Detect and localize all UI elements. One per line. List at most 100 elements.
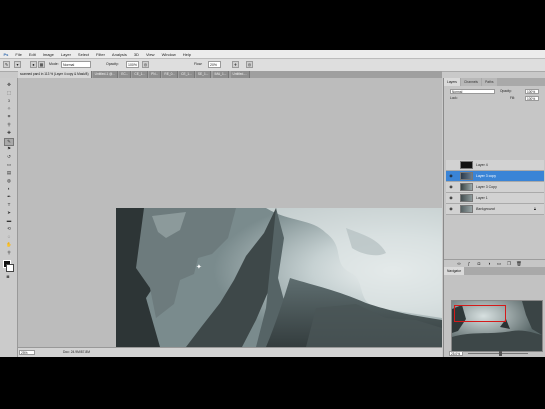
3d-orbit-tool-icon[interactable]: ◌: [5, 234, 13, 240]
layer-name: Layer 1: [476, 196, 488, 200]
airbrush-icon[interactable]: ✈: [232, 61, 239, 68]
navigator-zoom-field[interactable]: 25.0%: [449, 351, 463, 356]
path-selection-tool-icon[interactable]: ➤: [5, 210, 13, 216]
eyedropper-tool-icon[interactable]: ⚲: [5, 122, 13, 128]
brush-dropdown-icon[interactable]: ▾: [14, 61, 21, 68]
visibility-toggle-icon[interactable]: [448, 162, 454, 168]
clone-stamp-tool-icon[interactable]: ⚑: [5, 146, 13, 152]
layer-thumbnail: [460, 183, 473, 191]
brush-preset-icon[interactable]: ✎: [3, 61, 10, 68]
doc-tab[interactable]: Untitled-...: [230, 71, 251, 78]
menu-view[interactable]: View: [142, 52, 158, 57]
document-size-info[interactable]: Doc: 24.9M/87.8M: [63, 350, 90, 355]
doc-tab[interactable]: Untitled-1 @...: [92, 71, 119, 78]
flow-field[interactable]: 20%: [208, 61, 221, 68]
pressure-opacity-icon[interactable]: ◎: [142, 61, 149, 68]
document-workspace[interactable]: ✦: [18, 78, 442, 347]
painting-canvas[interactable]: [116, 208, 442, 347]
tab-paths[interactable]: Paths: [482, 78, 497, 86]
menu-window[interactable]: Window: [158, 52, 179, 57]
layer-name: Background: [476, 207, 495, 211]
quick-select-tool-icon[interactable]: ✧: [5, 106, 13, 112]
brush-tool-icon[interactable]: ✎: [4, 138, 14, 146]
layer-list: Layer 4 ◉ Layer 3 copy ◉ Layer 3 Copy ◉ …: [446, 160, 545, 250]
lasso-tool-icon[interactable]: ↄ: [5, 98, 13, 104]
hand-tool-icon[interactable]: ✋: [5, 242, 13, 248]
doc-tab[interactable]: IMA_1...: [212, 71, 230, 78]
menu-help[interactable]: Help: [179, 52, 194, 57]
layer-row[interactable]: ◉ Layer 3 Copy: [446, 182, 544, 193]
opacity-field[interactable]: 100%: [126, 61, 139, 68]
menu-filter[interactable]: Filter: [93, 52, 109, 57]
layer-fill-field[interactable]: 100%: [525, 96, 539, 101]
blend-mode-select[interactable]: Normal: [450, 89, 495, 94]
dodge-tool-icon[interactable]: ◐: [5, 186, 13, 192]
lock-icon: 🔒︎: [533, 206, 536, 211]
menu-layer[interactable]: Layer: [57, 52, 74, 57]
type-tool-icon[interactable]: T: [5, 202, 13, 208]
tab-channels[interactable]: Channels: [461, 78, 481, 86]
pen-tool-icon[interactable]: ✒: [5, 194, 13, 200]
slider-handle[interactable]: [499, 351, 503, 356]
layer-name: Layer 3 Copy: [476, 185, 497, 189]
doc-tab[interactable]: EC...: [119, 71, 132, 78]
photoshop-window: Ps File Edit Image Layer Select Filter A…: [0, 50, 545, 357]
navigator-thumbnail[interactable]: [451, 300, 543, 352]
doc-tab[interactable]: CE_1...: [179, 71, 195, 78]
quick-mask-icon[interactable]: ◙: [4, 274, 12, 280]
pressure-size-icon[interactable]: ◎: [246, 61, 253, 68]
eraser-tool-icon[interactable]: ▭: [5, 162, 13, 168]
flow-label: Flow:: [194, 62, 203, 66]
layer-row[interactable]: ◉ Layer 1: [446, 193, 544, 204]
navigator-panel: Navigator 25.0%: [444, 267, 545, 357]
document-tab-bar: scanned pan4 in 113 % (Layer 4 copy & Ma…: [18, 71, 442, 78]
shape-tool-icon[interactable]: ▬: [5, 218, 13, 224]
tab-layers[interactable]: Layers: [444, 78, 460, 86]
mode-select[interactable]: Normal: [61, 61, 91, 68]
layer-opacity-field[interactable]: 100%: [525, 89, 539, 94]
layers-panel-tabs: Layers Channels Paths: [444, 78, 545, 86]
zoom-tool-icon[interactable]: ⚲: [5, 250, 13, 256]
menu-analysis[interactable]: Analysis: [108, 52, 130, 57]
layer-row[interactable]: Layer 4: [446, 160, 544, 171]
eye-icon[interactable]: ◉: [448, 173, 454, 179]
zoom-level-field[interactable]: 25%: [19, 350, 35, 355]
brush-size-icon[interactable]: ●: [30, 61, 37, 68]
eye-icon[interactable]: ◉: [448, 195, 454, 201]
navigator-zoom-slider[interactable]: [468, 351, 528, 356]
menu-edit[interactable]: Edit: [25, 52, 39, 57]
layer-row-selected[interactable]: ◉ Layer 3 copy: [446, 171, 544, 182]
menu-3d[interactable]: 3D: [130, 52, 142, 57]
doc-tab[interactable]: PN...: [149, 71, 162, 78]
history-brush-tool-icon[interactable]: ↺: [5, 154, 13, 160]
healing-brush-tool-icon[interactable]: ✚: [5, 130, 13, 136]
layer-name: Layer 4: [476, 163, 488, 167]
tab-navigator[interactable]: Navigator: [444, 267, 465, 275]
doc-tab[interactable]: CE_1...: [132, 71, 149, 78]
brush-panel-icon[interactable]: ▦: [38, 61, 45, 68]
gradient-tool-icon[interactable]: ▤: [5, 170, 13, 176]
layer-row[interactable]: ◉ Background 🔒︎: [446, 204, 544, 215]
navigator-view-box[interactable]: [454, 305, 506, 322]
layer-thumbnail: [460, 172, 473, 180]
menu-select[interactable]: Select: [74, 52, 92, 57]
background-color-swatch[interactable]: [6, 264, 14, 272]
crop-tool-icon[interactable]: ⌗: [5, 114, 13, 120]
layer-thumbnail: [460, 161, 473, 169]
doc-tab[interactable]: RE_0...: [162, 71, 179, 78]
doc-tab[interactable]: SE_1...: [195, 71, 212, 78]
eye-icon[interactable]: ◉: [448, 184, 454, 190]
doc-tab-active[interactable]: scanned pan4 in 113 % (Layer 4 copy & Ma…: [18, 71, 92, 78]
3d-rotate-tool-icon[interactable]: ⟲: [5, 226, 13, 232]
status-bar: 25% Doc: 24.9M/87.8M: [18, 347, 442, 357]
marquee-tool-icon[interactable]: ⬚: [5, 90, 13, 96]
menu-bar: Ps File Edit Image Layer Select Filter A…: [0, 50, 545, 59]
brush-cursor-icon: ✦: [196, 264, 202, 271]
menu-file[interactable]: File: [12, 52, 25, 57]
menu-image[interactable]: Image: [39, 52, 57, 57]
eye-icon[interactable]: ◉: [448, 206, 454, 212]
move-tool-icon[interactable]: ✥: [5, 82, 13, 88]
tools-panel: ✥ ⬚ ↄ ✧ ⌗ ⚲ ✚ ✎ ⚑ ↺ ▭ ▤ ◍ ◐ ✒ T ➤ ▬ ⟲ ◌ …: [0, 78, 18, 357]
blur-tool-icon[interactable]: ◍: [5, 178, 13, 184]
menu-ps-logo[interactable]: Ps: [0, 52, 12, 57]
